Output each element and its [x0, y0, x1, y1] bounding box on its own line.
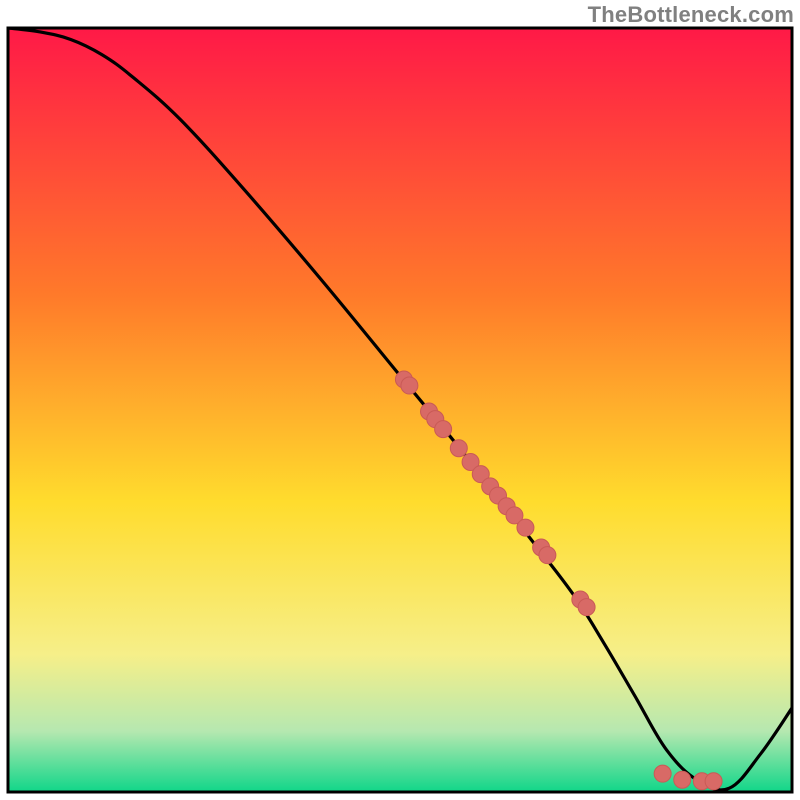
scatter-point — [435, 421, 452, 438]
scatter-point — [450, 440, 467, 457]
scatter-point — [517, 519, 534, 536]
scatter-point — [578, 599, 595, 616]
scatter-point — [705, 773, 722, 790]
watermark-text: TheBottleneck.com — [588, 2, 794, 28]
scatter-point — [654, 765, 671, 782]
gradient-background — [8, 28, 792, 792]
scatter-point — [539, 547, 556, 564]
chart-stage: TheBottleneck.com — [0, 0, 800, 800]
scatter-point — [401, 377, 418, 394]
chart-svg — [8, 28, 792, 792]
scatter-point — [674, 771, 691, 788]
